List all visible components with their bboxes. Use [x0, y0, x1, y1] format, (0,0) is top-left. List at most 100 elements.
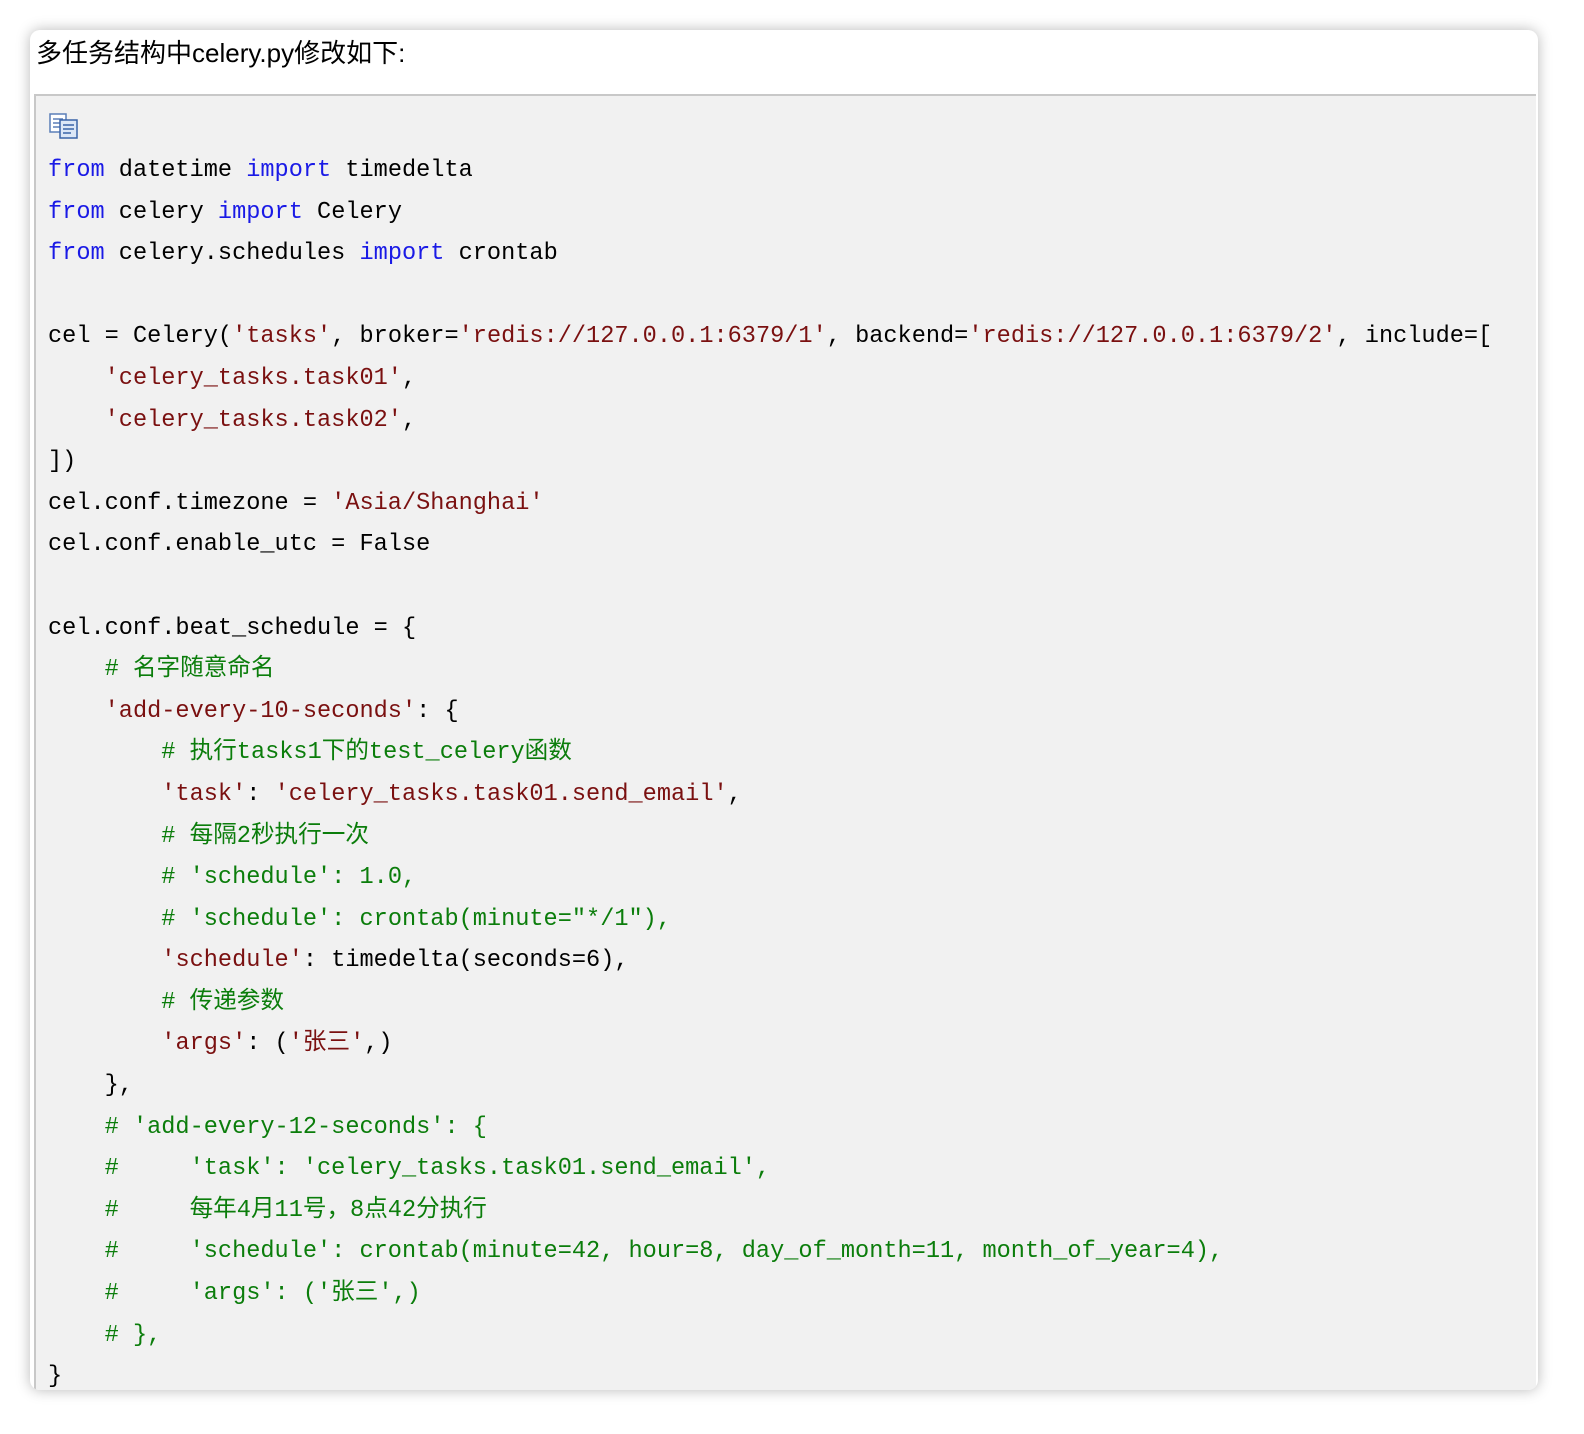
code-string: 'redis://127.0.0.1:6379/1': [458, 323, 827, 351]
code-text: crontab: [444, 240, 558, 268]
code-line: cel = Celery('tasks', broker='redis://12…: [48, 316, 1492, 358]
code-keyword: from: [48, 198, 105, 226]
code-line: cel.conf.timezone = 'Asia/Shanghai': [48, 483, 1492, 525]
code-line: # 每隔2秒执行一次: [48, 816, 1492, 858]
code-line: # 名字随意命名: [48, 649, 1492, 691]
code-line: # 'add-every-12-seconds': {: [48, 1107, 1492, 1149]
code-line: # 'task': 'celery_tasks.task01.send_emai…: [48, 1148, 1492, 1190]
code-comment: # },: [104, 1321, 162, 1349]
code-text: },: [48, 1072, 133, 1100]
code-string: 'add-every-10-seconds': [104, 697, 417, 725]
code-line: cel.conf.beat_schedule = {: [48, 608, 1492, 650]
code-text: : {: [416, 697, 459, 725]
code-line: # 'args': ('张三',): [48, 1273, 1492, 1315]
code-text: : timedelta(seconds=6),: [302, 947, 629, 975]
code-text: : (: [246, 1030, 289, 1058]
section-heading: 多任务结构中celery.py修改如下:: [36, 38, 406, 68]
code-keyword: import: [246, 157, 332, 184]
code-text: cel = Celery(: [48, 323, 233, 351]
code-string: 'tasks': [232, 323, 332, 351]
code-text: cel.conf.timezone =: [48, 489, 332, 517]
code-string: 'schedule': [161, 947, 303, 975]
code-line: }: [48, 1356, 1492, 1390]
code-line: cel.conf.enable_utc = False: [48, 524, 1492, 566]
code-line: 'add-every-10-seconds': {: [48, 691, 1492, 733]
article-card: 多任务结构中celery.py修改如下: from datetime impor…: [30, 30, 1538, 1390]
code-text: ]): [48, 448, 77, 476]
code-line: # 'schedule': crontab(minute="*/1"),: [48, 899, 1492, 941]
code-string: 'celery_tasks.task01.send_email': [274, 780, 728, 808]
code-string: 'redis://127.0.0.1:6379/2': [968, 323, 1337, 351]
code-line: # 传递参数: [48, 982, 1492, 1024]
code-text: , include=[: [1336, 323, 1493, 351]
code-line: 'task': 'celery_tasks.task01.send_email'…: [48, 774, 1492, 816]
code-line: # 执行tasks1下的test_celery函数: [48, 732, 1492, 774]
code-string: 'task': [161, 780, 247, 808]
code-line: # 'schedule': 1.0,: [48, 857, 1492, 899]
code-line: 'schedule': timedelta(seconds=6),: [48, 940, 1492, 982]
code-comment: # 'schedule': crontab(minute="*/1"),: [161, 905, 671, 933]
code-comment: # 'args': ('张三',): [104, 1280, 421, 1308]
code-text: }: [48, 1363, 63, 1390]
code-string: 'args': [161, 1030, 247, 1058]
code-line: from datetime import timedelta: [48, 150, 1492, 192]
code-comment: # 'schedule': 1.0,: [161, 864, 417, 892]
code-text: datetime: [104, 157, 247, 184]
code-text: :: [246, 780, 275, 808]
code-line: },: [48, 1065, 1492, 1107]
code-text: ,: [401, 406, 417, 434]
code-comment: # 每年4月11号，8点42分执行: [104, 1196, 487, 1224]
code-text: Celery: [302, 198, 402, 226]
code-keyword: import: [217, 198, 303, 226]
code-string: 'celery_tasks.task01': [104, 364, 402, 392]
code-string: '张三': [288, 1030, 365, 1058]
code-line: from celery import Celery: [48, 192, 1492, 234]
code-line: 'celery_tasks.task02',: [48, 400, 1492, 442]
code-string: 'celery_tasks.task02': [104, 406, 402, 434]
code-text: celery.schedules: [104, 240, 360, 268]
code-string: 'Asia/Shanghai': [331, 489, 544, 517]
code-text: ,: [727, 780, 742, 808]
code-line: # },: [48, 1315, 1492, 1357]
code-text: ,): [364, 1030, 393, 1058]
code-text: celery: [104, 198, 218, 226]
code-line: 'args': ('张三',): [48, 1023, 1492, 1065]
code-comment: # 'task': 'celery_tasks.task01.send_emai…: [104, 1155, 771, 1183]
copy-code-icon[interactable]: [48, 112, 80, 140]
code-comment: # 每隔2秒执行一次: [161, 822, 369, 850]
code-text: , broker=: [331, 323, 459, 351]
code-keyword: import: [359, 240, 445, 268]
code-text: cel.conf.beat_schedule = {: [48, 614, 417, 642]
code-text: , backend=: [826, 323, 969, 351]
code-block: from datetime import timedelta from celer…: [34, 94, 1536, 1390]
code-keyword: from: [48, 157, 105, 184]
code-line: ]): [48, 441, 1492, 483]
code-keyword: from: [48, 240, 105, 268]
code-comment: # 名字随意命名: [104, 656, 275, 684]
code-text: cel.conf.enable_utc = False: [48, 531, 431, 559]
code-comment: # 'schedule': crontab(minute=42, hour=8,…: [104, 1238, 1224, 1266]
code-line: # 每年4月11号，8点42分执行: [48, 1190, 1492, 1232]
code-line: # 'schedule': crontab(minute=42, hour=8,…: [48, 1231, 1492, 1273]
code-comment: # 传递参数: [161, 988, 284, 1016]
code-text: timedelta: [331, 157, 473, 184]
